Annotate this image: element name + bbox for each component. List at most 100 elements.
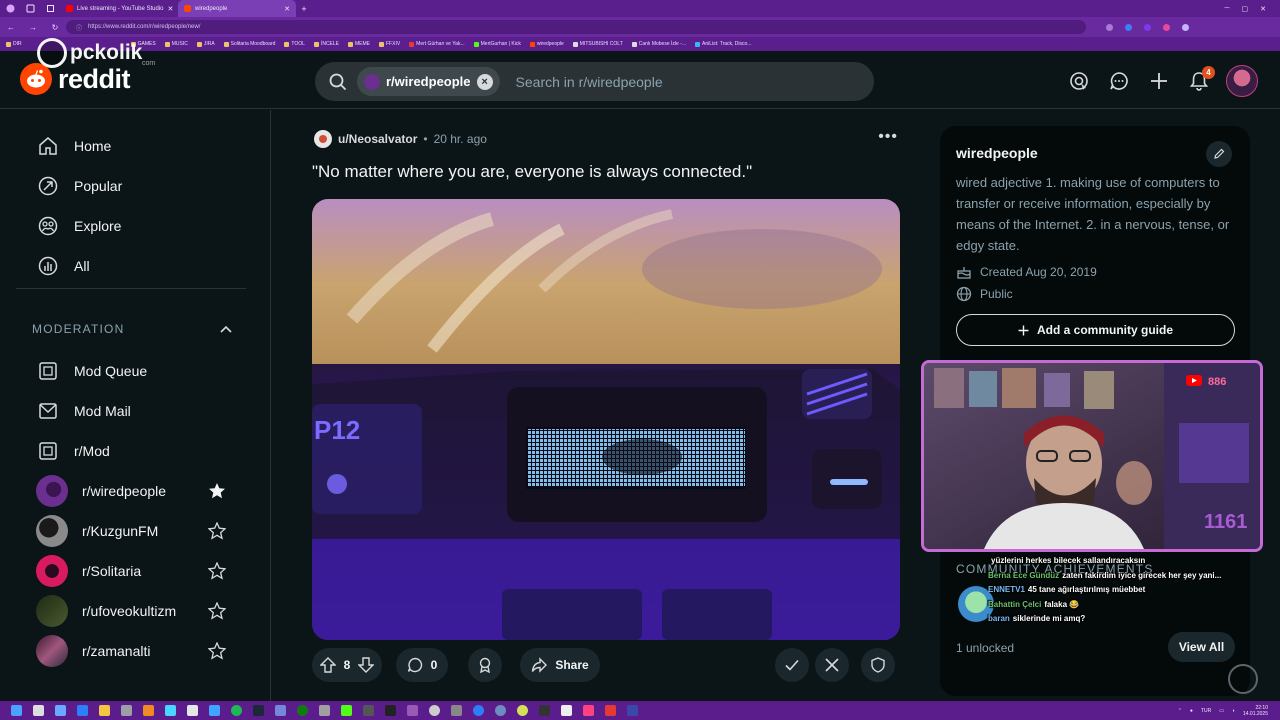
- bookmark-item[interactable]: İNCELE: [313, 41, 339, 47]
- sidebar-item-wiredpeople[interactable]: r/wiredpeople: [16, 471, 246, 511]
- bookmark-item[interactable]: Solitaria Moodboard: [223, 41, 275, 47]
- extension-icon[interactable]: [1163, 23, 1170, 31]
- search-icon[interactable]: [33, 705, 44, 716]
- task-view-icon[interactable]: [55, 705, 66, 716]
- star-outline-icon[interactable]: [208, 562, 226, 580]
- sidebar-item-explore[interactable]: Explore: [16, 206, 246, 246]
- minimize-icon[interactable]: ─: [1225, 5, 1230, 13]
- view-all-button[interactable]: View All: [1168, 632, 1235, 662]
- reload-icon[interactable]: ↻: [44, 23, 66, 32]
- close-window-icon[interactable]: ✕: [1260, 5, 1266, 13]
- app-icon[interactable]: [407, 705, 418, 716]
- workspaces-icon[interactable]: [20, 0, 40, 17]
- award-button[interactable]: [468, 648, 502, 682]
- advertise-button[interactable]: [1066, 65, 1092, 97]
- bookmark-item[interactable]: DIR: [6, 41, 22, 47]
- language-indicator[interactable]: TUR: [1201, 708, 1211, 714]
- url-field[interactable]: ⓘ https://www.reddit.com/r/wiredpeople/n…: [66, 20, 1086, 34]
- back-icon[interactable]: ←: [0, 23, 22, 32]
- sidebar-item-r-mod[interactable]: r/Mod: [16, 431, 246, 471]
- extension-icon[interactable]: [1125, 23, 1132, 31]
- search-input[interactable]: Search in r/wiredpeople: [516, 74, 663, 90]
- app-icon[interactable]: [473, 705, 484, 716]
- upvote-icon[interactable]: [319, 657, 336, 673]
- app-icon[interactable]: [605, 705, 616, 716]
- xbox-icon[interactable]: [297, 705, 308, 716]
- sidebar-item-popular[interactable]: Popular: [16, 166, 246, 206]
- extension-icon[interactable]: [1106, 23, 1113, 31]
- site-info-icon[interactable]: ⓘ: [76, 23, 82, 32]
- tab-actions-icon[interactable]: [40, 0, 60, 17]
- app-icon[interactable]: [363, 705, 374, 716]
- tab-wiredpeople[interactable]: wiredpeople ✕: [178, 0, 296, 17]
- user-avatar[interactable]: [1226, 65, 1258, 97]
- chat-button[interactable]: [1106, 65, 1132, 97]
- notifications-button[interactable]: 4: [1186, 65, 1215, 97]
- bookmark-item[interactable]: Canlı Mobese İzle -...: [631, 41, 686, 47]
- tab-youtube-studio[interactable]: Live streaming - YouTube Studio ✕: [60, 0, 178, 17]
- star-outline-icon[interactable]: [208, 522, 226, 540]
- browser-icon[interactable]: [209, 705, 220, 716]
- windows-start-icon[interactable]: [11, 705, 22, 716]
- forward-icon[interactable]: →: [22, 23, 44, 32]
- new-tab-button[interactable]: +: [296, 4, 312, 14]
- search-bar[interactable]: r/wiredpeople × Search in r/wiredpeople: [315, 62, 874, 101]
- network-icon[interactable]: ▭: [1219, 708, 1224, 714]
- bookmark-item[interactable]: MEME: [348, 41, 370, 47]
- author-avatar[interactable]: [314, 130, 332, 148]
- bookmark-item[interactable]: MUSIC: [164, 41, 188, 47]
- sidebar-item-ufoveokultizm[interactable]: r/ufoveokultizm: [16, 591, 246, 631]
- app-icon[interactable]: [77, 705, 88, 716]
- sidebar-item-solitaria[interactable]: r/Solitaria: [16, 551, 246, 591]
- moderation-section-toggle[interactable]: MODERATION: [32, 322, 232, 336]
- app-icon[interactable]: [539, 705, 550, 716]
- more-options-icon[interactable]: •••: [878, 128, 898, 146]
- bookmark-item[interactable]: MertGurhan | Kick: [473, 41, 521, 47]
- bookmark-item[interactable]: AniList: Track, Disco...: [695, 41, 751, 47]
- add-community-guide-button[interactable]: Add a community guide: [956, 314, 1235, 346]
- app-icon[interactable]: [121, 705, 132, 716]
- bookmark-item[interactable]: FFXIV: [379, 41, 400, 47]
- app-icon[interactable]: [341, 705, 352, 716]
- tab-close-icon[interactable]: ✕: [284, 5, 290, 13]
- bookmark-item[interactable]: JIRA: [196, 41, 215, 47]
- community-name[interactable]: wiredpeople: [956, 145, 1038, 161]
- tray-expand-icon[interactable]: ⌃: [1178, 708, 1182, 714]
- app-icon[interactable]: [319, 705, 330, 716]
- mod-shield-button[interactable]: [861, 648, 895, 682]
- approve-button[interactable]: [775, 648, 809, 682]
- app-icon[interactable]: [627, 705, 638, 716]
- app-icon[interactable]: [561, 705, 572, 716]
- bookmark-item[interactable]: MITSUBISHI COLT: [572, 41, 623, 47]
- bookmark-item[interactable]: TOOL: [284, 41, 305, 47]
- sidebar-item-home[interactable]: Home: [16, 126, 246, 166]
- app-icon[interactable]: [385, 705, 396, 716]
- app-icon[interactable]: [451, 705, 462, 716]
- post-video[interactable]: P12: [312, 199, 900, 640]
- app-icon[interactable]: [517, 705, 528, 716]
- comments-button[interactable]: 0: [396, 648, 448, 682]
- sidebar-item-kuzgunfm[interactable]: r/KuzgunFM: [16, 511, 246, 551]
- remove-button[interactable]: [815, 648, 849, 682]
- app-icon[interactable]: [583, 705, 594, 716]
- edit-community-button[interactable]: [1206, 141, 1232, 167]
- app-icon[interactable]: [495, 705, 506, 716]
- downvote-icon[interactable]: [358, 657, 375, 673]
- search-scope-chip[interactable]: r/wiredpeople ×: [357, 67, 500, 96]
- create-post-button[interactable]: [1146, 65, 1172, 97]
- clock[interactable]: 22:10 14.01.2025: [1243, 705, 1268, 717]
- extension-icon[interactable]: [1144, 23, 1151, 31]
- tab-close-icon[interactable]: ✕: [168, 5, 174, 13]
- discord-icon[interactable]: [275, 705, 286, 716]
- app-icon[interactable]: [143, 705, 154, 716]
- maximize-icon[interactable]: ▢: [1242, 5, 1249, 13]
- spotify-icon[interactable]: [231, 705, 242, 716]
- sidebar-item-all[interactable]: All: [16, 246, 246, 286]
- sidebar-item-mod-mail[interactable]: Mod Mail: [16, 391, 246, 431]
- sidebar-item-zamanalti[interactable]: r/zamanalti: [16, 631, 246, 671]
- tray-icon[interactable]: ●: [1190, 708, 1193, 714]
- bookmark-item[interactable]: wiredpeople: [529, 41, 564, 47]
- sidebar-item-mod-queue[interactable]: Mod Queue: [16, 351, 246, 391]
- star-filled-icon[interactable]: [208, 482, 226, 500]
- post-author[interactable]: u/Neosalvator: [338, 132, 417, 146]
